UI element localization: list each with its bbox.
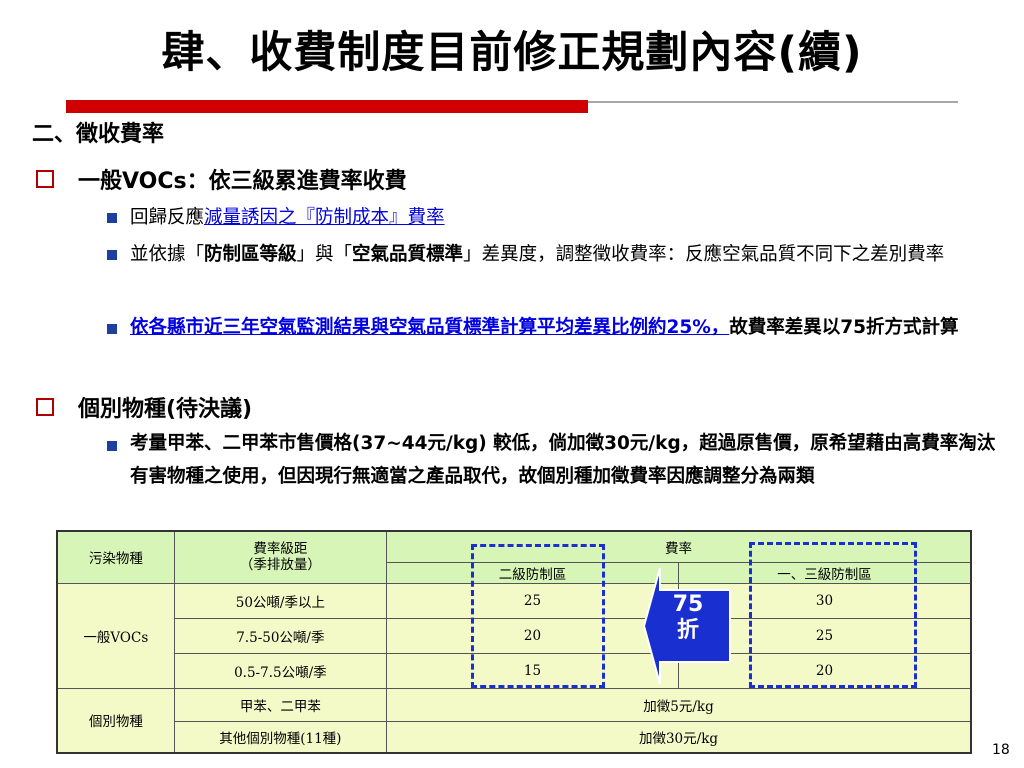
difference-ratio-link[interactable]: 依各縣市近三年空氣監測結果與空氣品質標準計算平均差異比例約25%， [130, 317, 729, 338]
bullet-text: 回歸反應減量誘因之『防制成本』費率 [130, 202, 1000, 233]
highlight-box-zone2 [471, 544, 605, 688]
bullet-text-bold: 空氣品質標準 [352, 244, 464, 265]
square-bullet-icon [107, 250, 117, 260]
bullet-text-plain: 並依據「 [130, 244, 205, 265]
title-rule-gray [588, 101, 958, 103]
cell-rate: 加徵30元/kg [386, 720, 972, 754]
cell-bracket: 0.5-7.5公噸/季 [173, 652, 388, 689]
cell-bracket: 50公噸/季以上 [173, 582, 388, 619]
cell-bracket: 其他個別物種(11種) [173, 720, 388, 754]
header-pollutant: 污染物種 [56, 530, 175, 584]
row-label-vocs: 一般VOCs [56, 582, 175, 689]
header-bracket: 費率級距 （季排放量） [173, 530, 388, 584]
highlight-box-zone13 [749, 542, 917, 688]
cell-bracket: 7.5-50公噸/季 [173, 617, 388, 654]
page-title: 肆、收費制度目前修正規劃內容(續) [161, 28, 863, 78]
header-bracket-label: 費率級距 [253, 541, 308, 558]
cost-rate-link[interactable]: 減量誘因之『防制成本』費率 [204, 207, 445, 228]
cell-bracket: 甲苯、二甲苯 [173, 687, 388, 722]
item-heading-vocs: 一般VOCs：依三級累進費率收費 [78, 169, 407, 194]
discount-number: 75 [672, 592, 704, 617]
discount-char: 折 [676, 618, 699, 643]
bullet-text-plain: 」差異度，調整徵收費率：反應空氣品質不同下之差別費率 [463, 244, 945, 265]
bullet-text-bold: 故費率差異以75折方式計算 [729, 317, 959, 338]
bullet-text-bold: 防制區等級 [204, 244, 297, 265]
bullet-text-plain: 」與「 [296, 244, 353, 265]
bullet-text: 並依據「防制區等級」與「空氣品質標準」差異度，調整徵收費率：反應空氣品質不同下之… [130, 239, 1000, 270]
checkbox-bullet-icon [36, 398, 54, 416]
page-number: 18 [992, 742, 1010, 758]
square-bullet-icon [107, 441, 117, 451]
item-heading-species: 個別物種(待決議) [78, 397, 253, 422]
bullet-text-plain: 回歸反應 [130, 207, 205, 228]
title-rule-red [66, 100, 588, 113]
bullet-text: 考量甲苯、二甲苯市售價格(37~44元/kg) 較低，倘加徵30元/kg，超過原… [130, 433, 996, 487]
header-bracket-sub: （季排放量） [239, 557, 321, 574]
bullet-text: 依各縣市近三年空氣監測結果與空氣品質標準計算平均差異比例約25%，故費率差異以7… [130, 312, 1000, 343]
square-bullet-icon [107, 213, 117, 223]
discount-callout: 75 折 [662, 592, 714, 644]
row-label-species: 個別物種 [56, 687, 175, 754]
section-heading: 二、徵收費率 [32, 122, 165, 147]
checkbox-bullet-icon [36, 170, 54, 188]
square-bullet-icon [107, 324, 117, 334]
cell-rate: 加徵5元/kg [386, 687, 972, 722]
